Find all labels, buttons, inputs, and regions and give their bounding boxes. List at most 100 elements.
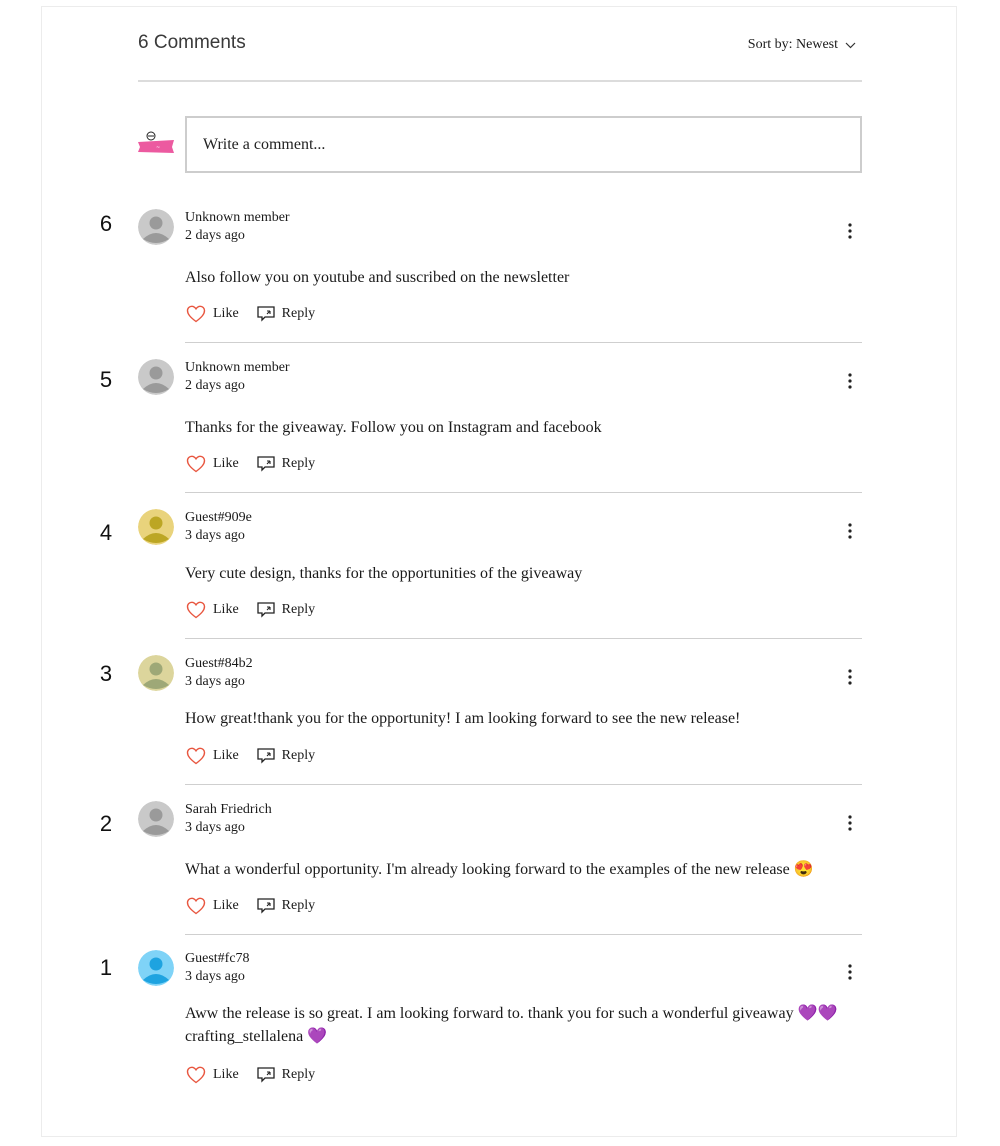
like-label: Like	[213, 1067, 239, 1082]
guest-avatar	[138, 950, 174, 986]
comment-author[interactable]: Unknown member	[185, 210, 290, 226]
current-user-avatar: ~	[137, 128, 175, 158]
member-avatar	[138, 209, 174, 245]
like-button[interactable]: Like	[186, 601, 239, 619]
more-options-icon[interactable]	[838, 665, 862, 689]
reply-label: Reply	[281, 602, 316, 617]
header-divider	[138, 80, 862, 82]
sort-label: Sort by: Newest	[747, 37, 838, 52]
reply-icon	[257, 602, 275, 618]
comment-actions: Like Reply	[186, 747, 333, 765]
comment-timestamp: 2 days ago	[185, 228, 245, 243]
reply-button[interactable]: Reply	[257, 1067, 315, 1083]
comment-input[interactable]: Write a comment...	[185, 116, 862, 173]
comment-divider	[185, 342, 862, 343]
guest-avatar	[138, 509, 174, 545]
more-options-icon[interactable]	[838, 519, 862, 543]
comment-text: Very cute design, thanks for the opportu…	[185, 565, 583, 582]
reply-label: Reply	[281, 748, 316, 763]
chevron-down-icon	[845, 42, 856, 48]
like-label: Like	[213, 306, 239, 321]
comment-author[interactable]: Unknown member	[185, 360, 290, 376]
reply-label: Reply	[281, 456, 316, 471]
member-avatar	[138, 359, 174, 395]
comment-author[interactable]: Guest#84b2	[185, 656, 253, 672]
comment-text: What a wonderful opportunity. I'm alread…	[185, 861, 814, 878]
like-button[interactable]: Like	[186, 897, 239, 915]
comment-timestamp: 3 days ago	[185, 528, 245, 543]
reply-icon	[257, 306, 275, 322]
heart-icon	[186, 897, 206, 915]
comment-timestamp: 3 days ago	[185, 969, 245, 984]
reply-label: Reply	[281, 1067, 316, 1082]
reply-button[interactable]: Reply	[257, 456, 315, 472]
comment-number: 6	[99, 211, 113, 236]
like-button[interactable]: Like	[186, 1066, 239, 1084]
reply-icon	[257, 748, 275, 764]
like-label: Like	[213, 602, 239, 617]
reply-button[interactable]: Reply	[257, 306, 315, 322]
comment-actions: Like Reply	[186, 1066, 333, 1084]
comment-timestamp: 3 days ago	[185, 820, 245, 835]
comment-number: 2	[99, 811, 113, 836]
like-label: Like	[213, 748, 239, 763]
reply-label: Reply	[281, 898, 316, 913]
comment-item: Sarah Friedrich 3 days ago What a wonder…	[138, 801, 862, 931]
comment-author[interactable]: Guest#909e	[185, 510, 252, 526]
sort-dropdown[interactable]: Sort by: Newest	[748, 37, 856, 53]
heart-icon	[186, 601, 206, 619]
comment-text: How great!thank you for the opportunity!…	[185, 710, 741, 727]
more-options-icon[interactable]	[838, 369, 862, 393]
heart-icon	[186, 1066, 206, 1084]
comment-item: Unknown member 2 days ago Thanks for the…	[138, 359, 862, 489]
comment-number: 3	[99, 661, 113, 686]
comment-number: 1	[99, 955, 113, 980]
comments-header: 6 Comments Sort by: Newest	[138, 30, 862, 60]
comment-item: Guest#84b2 3 days ago How great!thank yo…	[138, 655, 862, 780]
comment-text-line: Aww the release is so great. I am lookin…	[185, 1005, 838, 1022]
reply-icon	[257, 898, 275, 914]
member-avatar	[138, 801, 174, 837]
reply-icon	[257, 1067, 275, 1083]
heart-icon	[186, 455, 206, 473]
guest-avatar	[138, 655, 174, 691]
comment-item: Guest#909e 3 days ago Very cute design, …	[138, 509, 862, 634]
heart-icon	[186, 305, 206, 323]
comment-divider	[185, 784, 862, 785]
svg-text:~: ~	[156, 145, 160, 151]
more-options-icon[interactable]	[838, 811, 862, 835]
comment-number: 5	[99, 367, 113, 392]
comments-count: 6 Comments	[138, 32, 246, 53]
reply-button[interactable]: Reply	[257, 748, 315, 764]
comment-text: Also follow you on youtube and suscribed…	[185, 269, 570, 286]
like-label: Like	[213, 456, 239, 471]
heart-icon	[186, 747, 206, 765]
comment-divider	[185, 638, 862, 639]
comment-timestamp: 3 days ago	[185, 674, 245, 689]
like-label: Like	[213, 898, 239, 913]
like-button[interactable]: Like	[186, 305, 239, 323]
comment-text-line: crafting_stellalena 💜	[185, 1028, 328, 1045]
more-options-icon[interactable]	[838, 960, 862, 984]
comment-author[interactable]: Guest#fc78	[185, 951, 250, 967]
comment-actions: Like Reply	[186, 305, 333, 323]
comment-divider	[185, 492, 862, 493]
like-button[interactable]: Like	[186, 747, 239, 765]
reply-button[interactable]: Reply	[257, 898, 315, 914]
comment-number: 4	[99, 520, 113, 545]
like-button[interactable]: Like	[186, 455, 239, 473]
comment-text: Aww the release is so great. I am lookin…	[185, 1002, 845, 1048]
comment-divider	[185, 934, 862, 935]
comment-item: Guest#fc78 3 days ago Aww the release is…	[138, 950, 862, 1095]
comment-actions: Like Reply	[186, 455, 333, 473]
comment-actions: Like Reply	[186, 601, 333, 619]
reply-icon	[257, 456, 275, 472]
more-options-icon[interactable]	[838, 219, 862, 243]
comment-input-placeholder: Write a comment...	[203, 135, 326, 153]
comment-actions: Like Reply	[186, 897, 333, 915]
comment-author[interactable]: Sarah Friedrich	[185, 802, 272, 818]
comment-item: Unknown member 2 days ago Also follow yo…	[138, 209, 862, 339]
reply-button[interactable]: Reply	[257, 602, 315, 618]
reply-label: Reply	[281, 306, 316, 321]
comment-text: Thanks for the giveaway. Follow you on I…	[185, 419, 602, 436]
